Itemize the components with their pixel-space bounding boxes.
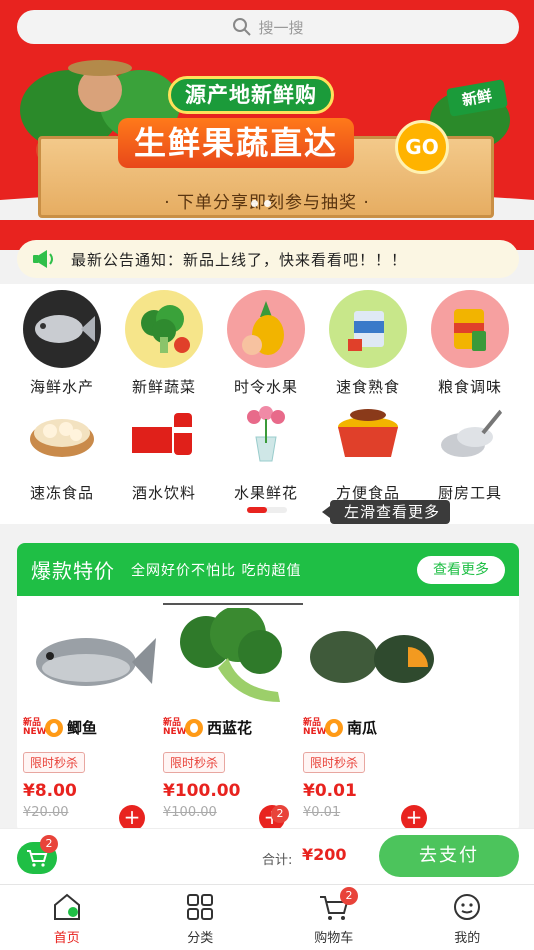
tab-label: 分类: [187, 931, 214, 946]
product-card[interactable]: 新品 NEW 西蓝花 限时秒杀 ¥100.00 ¥100.00: [163, 603, 303, 820]
hot-deals-title: 爆款特价: [31, 559, 115, 583]
product-name: 西蓝花: [207, 719, 253, 737]
home-icon: [53, 893, 80, 920]
category-label: 海鲜水产: [29, 378, 94, 396]
banner-go-button[interactable]: GO: [395, 120, 449, 174]
category-item[interactable]: 厨房工具: [420, 396, 520, 503]
tab-cart-badge: 2: [340, 887, 358, 905]
notice-bar[interactable]: 最新公告通知：新品上线了，快来看看吧！！！: [17, 240, 519, 278]
category-item[interactable]: 速冻食品: [12, 396, 112, 503]
category-grid: 海鲜水产 新鲜蔬菜 时令水果 速食熟食 粮食调味 速冻食品 酒水饮料 水果鲜花 …: [0, 284, 534, 524]
new-badge: 新品 NEW: [163, 717, 187, 737]
flower-icon: [227, 396, 305, 474]
product-price: ¥8.00: [23, 781, 77, 801]
tab-category[interactable]: 分类: [134, 885, 268, 950]
search-icon: [233, 18, 252, 36]
total-label: 合计:: [262, 853, 293, 868]
product-card[interactable]: 新品 NEW 鲫鱼 限时秒杀 ¥8.00 ¥20.00: [23, 603, 163, 820]
product-price: ¥0.01: [303, 781, 357, 801]
new-badge: 新品 NEW: [23, 717, 47, 737]
category-label: 酒水饮料: [131, 484, 196, 502]
pot-icon: [431, 396, 509, 474]
category-label: 粮食调味: [437, 378, 502, 396]
cola-icon: [125, 396, 203, 474]
tab-label: 首页: [53, 931, 80, 946]
category-item[interactable]: 方便食品: [318, 396, 418, 503]
grain-icon: [431, 290, 509, 368]
checkout-bar: 2 合计: ¥200 去支付: [0, 828, 534, 884]
category-label: 新鲜蔬菜: [131, 378, 196, 396]
product-card[interactable]: 新品 NEW 南瓜 限时秒杀 ¥0.01 ¥0.01: [303, 603, 443, 820]
smile-icon: [454, 894, 481, 920]
promo-banner[interactable]: 源产地新鲜购 生鲜果蔬直达 GO 新鲜 · 下单分享即刻参与抽奖 ·: [0, 50, 534, 220]
category-item[interactable]: 酒水饮料: [114, 396, 214, 503]
banner-dot[interactable]: [264, 200, 271, 207]
fire-icon: [45, 718, 63, 737]
category-label: 水果鲜花: [233, 484, 298, 502]
search-input[interactable]: 搜一搜: [17, 10, 519, 44]
swipe-tip: 左滑查看更多: [321, 500, 451, 524]
noodle-icon: [329, 396, 407, 474]
category-label: 速冻食品: [29, 484, 94, 502]
product-name: 南瓜: [347, 719, 378, 737]
category-label: 时令水果: [233, 378, 298, 396]
banner-pagination: [251, 200, 271, 207]
product-image: [303, 603, 443, 711]
grid-icon: [187, 894, 214, 920]
category-item[interactable]: 时令水果: [216, 290, 316, 397]
fire-icon: [185, 718, 203, 737]
bottom-tab-bar: 首页 分类 购物车 我的 2: [0, 884, 534, 950]
flash-sale-tag: 限时秒杀: [163, 752, 226, 773]
cart-count-badge: 2: [40, 835, 58, 853]
pay-button[interactable]: 去支付: [379, 835, 519, 877]
banner-title: 生鲜果蔬直达: [118, 118, 355, 168]
flash-sale-tag: 限时秒杀: [303, 752, 366, 773]
total-value: ¥200: [302, 845, 347, 864]
fire-icon: [325, 718, 343, 737]
broccoli-icon: [125, 290, 203, 368]
fish-icon: [23, 290, 101, 368]
category-item[interactable]: 粮食调味: [420, 290, 520, 397]
view-more-button[interactable]: 查看更多: [417, 555, 505, 584]
pineapple-icon: [227, 290, 305, 368]
category-item[interactable]: 新鲜蔬菜: [114, 290, 214, 397]
instant-food-icon: [329, 290, 407, 368]
product-price: ¥100.00: [163, 781, 241, 801]
product-image: [23, 603, 163, 711]
banner-pill-title: 源产地新鲜购: [168, 76, 334, 114]
hot-deals-section: 爆款特价 全网好价不怕比 吃的超值 查看更多 新品 NEW 鲫鱼 限时秒杀 ¥8…: [17, 543, 519, 833]
category-scroll-indicator: [247, 507, 287, 513]
tab-label: 购物车: [314, 931, 354, 946]
category-item[interactable]: 海鲜水产: [12, 290, 112, 397]
hot-deals-header: 爆款特价 全网好价不怕比 吃的超值 查看更多: [17, 543, 519, 596]
search-placeholder: 搜一搜: [258, 18, 304, 37]
tab-label: 我的: [454, 931, 481, 946]
product-image: [163, 603, 303, 711]
tab-profile[interactable]: 我的: [401, 885, 534, 950]
category-label: 速食熟食: [335, 378, 400, 396]
speaker-icon: [33, 250, 53, 268]
hot-deals-subtitle: 全网好价不怕比 吃的超值: [131, 562, 302, 579]
notice-text: 最新公告通知：新品上线了，快来看看吧！！！: [71, 250, 408, 269]
category-item[interactable]: 速食熟食: [318, 290, 418, 397]
tab-cart[interactable]: 购物车: [267, 885, 401, 950]
flash-sale-tag: 限时秒杀: [23, 752, 86, 773]
product-cart-count-badge: 2: [271, 805, 289, 823]
tab-home[interactable]: 首页: [0, 885, 134, 950]
new-badge: 新品 NEW: [303, 717, 327, 737]
product-name: 鲫鱼: [67, 719, 98, 737]
dumpling-icon: [23, 396, 101, 474]
banner-dot[interactable]: [251, 200, 258, 207]
category-item[interactable]: 水果鲜花: [216, 396, 316, 503]
